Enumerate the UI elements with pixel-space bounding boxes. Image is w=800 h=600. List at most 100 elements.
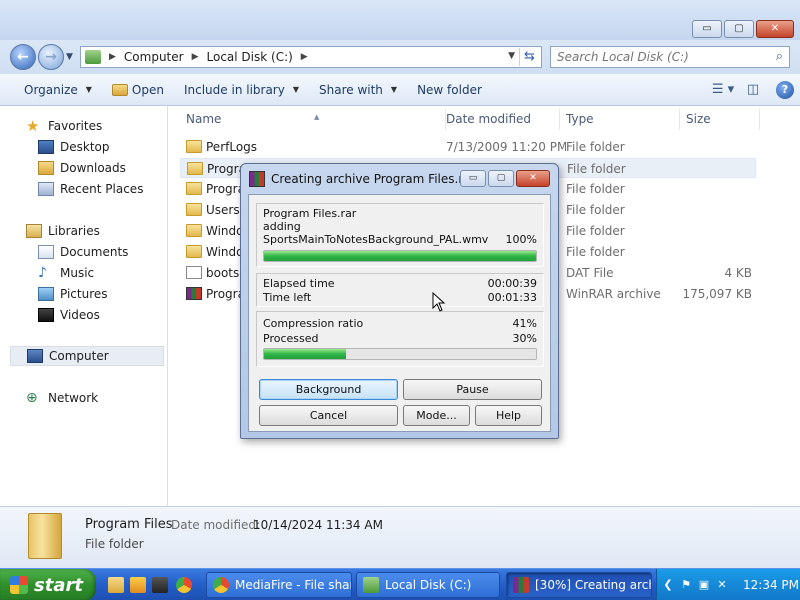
mode-button[interactable]: Mode... (403, 405, 470, 426)
nav-documents[interactable]: Documents (38, 242, 128, 262)
caret-down-icon: ▼ (390, 85, 398, 94)
search-input[interactable] (551, 47, 761, 67)
window-controls: ▭ ▢ ✕ (692, 20, 794, 38)
breadcrumb-computer[interactable]: Computer (124, 50, 184, 64)
new-folder-button[interactable]: New folder (407, 78, 492, 102)
nav-libraries[interactable]: Libraries (26, 221, 100, 241)
cancel-button[interactable]: Cancel (259, 405, 398, 426)
computer-icon (27, 349, 43, 363)
chrome-icon[interactable] (176, 577, 192, 593)
winrar-archive-icon (186, 287, 202, 300)
nav-network[interactable]: ⊕ Network (26, 388, 98, 408)
maximize-button[interactable]: ▢ (724, 20, 754, 38)
share-with-label: Share with (319, 82, 383, 97)
nav-pictures[interactable]: Pictures (38, 284, 108, 304)
column-header-size[interactable]: Size (680, 108, 760, 130)
dialog-close-button[interactable]: ✕ (516, 170, 550, 187)
start-button[interactable]: start (0, 569, 96, 600)
column-header-type[interactable]: Type (560, 108, 680, 130)
column-type-label: Type (566, 112, 594, 126)
help-icon[interactable]: ? (776, 81, 794, 99)
preview-pane-icon[interactable]: ◫ (740, 78, 766, 102)
column-header-name[interactable]: Name ▲ (180, 108, 446, 130)
file-type: File folder (566, 224, 625, 238)
time-left-value: 00:01:33 (487, 291, 537, 304)
column-header-date[interactable]: Date modified (440, 108, 560, 130)
column-name-label: Name (186, 112, 222, 126)
refresh-icon[interactable]: ⇆ (519, 48, 539, 66)
winrar-progress-dialog: Creating archive Program Files.rar ▭ ▢ ✕… (240, 163, 559, 439)
chevron-right-icon[interactable]: ▶ (109, 52, 116, 62)
nav-desktop[interactable]: Desktop (38, 137, 110, 157)
nav-pictures-label: Pictures (60, 287, 108, 301)
current-file: SportsMainToNotesBackground_PAL.wmv (263, 233, 489, 246)
file-progress-fill (264, 251, 536, 261)
task-label: Local Disk (C:) (385, 578, 472, 592)
taskbar-item-winrar[interactable]: [30%] Creating archi... (506, 572, 652, 598)
nav-downloads[interactable]: Downloads (38, 158, 126, 178)
processed-value: 30% (512, 332, 537, 345)
open-folder-icon (111, 83, 128, 96)
search-box[interactable]: ⌕ (550, 46, 790, 68)
include-in-library-menu[interactable]: Include in library ▼ (174, 78, 309, 102)
chevron-right-icon[interactable]: ▶ (301, 52, 308, 62)
forward-button[interactable]: → (38, 44, 64, 70)
winrar-icon (513, 577, 529, 593)
winrar-icon (249, 171, 265, 187)
action-center-flag-icon[interactable]: ⚑ (679, 578, 693, 592)
minimize-button[interactable]: ▭ (692, 20, 722, 38)
tray-expand-icon[interactable]: ❮ (661, 578, 675, 592)
dialog-minimize-button[interactable]: ▭ (460, 170, 486, 187)
title-bar: ▭ ▢ ✕ (0, 0, 800, 40)
dat-file-icon (186, 266, 202, 279)
nav-recent-places[interactable]: Recent Places (38, 179, 143, 199)
taskbar-item-explorer[interactable]: Local Disk (C:) (356, 572, 500, 598)
nav-favorites[interactable]: ★ Favorites (26, 116, 102, 136)
volume-muted-icon[interactable]: ✕ (715, 578, 729, 592)
breadcrumb-local-disk[interactable]: Local Disk (C:) (207, 50, 293, 64)
nav-videos-label: Videos (60, 308, 100, 322)
organize-menu[interactable]: Organize ▼ (14, 78, 102, 102)
file-size: 175,097 KB (682, 287, 752, 301)
pause-button[interactable]: Pause (403, 379, 542, 400)
app-quicklaunch-icon[interactable] (152, 577, 168, 593)
nav-recent-places-label: Recent Places (60, 182, 144, 196)
background-button[interactable]: Background (259, 379, 398, 400)
caret-down-icon: ▼ (85, 85, 92, 94)
computer-icon (85, 50, 101, 64)
action-text: adding (263, 220, 301, 233)
clock[interactable]: 12:34 PM (743, 578, 799, 592)
nav-network-label: Network (48, 391, 99, 405)
file-type: File folder (566, 182, 625, 196)
address-bar[interactable]: ▶ Computer ▶ Local Disk (C:) ▶ ▼ ⇆ (80, 46, 542, 68)
explorer-quicklaunch-icon[interactable] (108, 577, 124, 593)
time-panel: Elapsed time 00:00:39 Time left 00:01:33 (256, 273, 544, 307)
recent-pages-dropdown-icon[interactable]: ▼ (66, 52, 73, 62)
search-icon[interactable]: ⌕ (776, 49, 783, 64)
taskbar-item-mediafire[interactable]: MediaFire - File shari... (206, 572, 352, 598)
taskbar: start MediaFire - File shari... Local Di… (0, 568, 800, 600)
nav-music[interactable]: ♪ Music (38, 263, 94, 283)
file-type: WinRAR archive (566, 287, 661, 301)
folder-icon (186, 203, 202, 216)
videos-icon (38, 308, 54, 322)
column-date-label: Date modified (446, 112, 532, 126)
address-dropdown-icon[interactable]: ▼ (508, 51, 515, 61)
help-button[interactable]: Help (475, 405, 542, 426)
chevron-right-icon[interactable]: ▶ (192, 52, 199, 62)
media-player-icon[interactable] (130, 577, 146, 593)
dialog-maximize-button[interactable]: ▢ (488, 170, 514, 187)
network-icon[interactable]: ▣ (697, 578, 711, 592)
compression-ratio-value: 41% (512, 317, 537, 330)
elapsed-label: Elapsed time (263, 277, 335, 290)
back-button[interactable]: ← (10, 44, 36, 70)
open-button[interactable]: Open (102, 78, 174, 102)
nav-computer[interactable]: Computer (10, 346, 164, 366)
dialog-title: Creating archive Program Files.rar (271, 172, 476, 186)
view-options-icon[interactable]: ☰ ▾ (710, 78, 736, 102)
close-button[interactable]: ✕ (756, 20, 794, 38)
file-row[interactable]: PerfLogs 7/13/2009 11:20 PM File folder (180, 137, 756, 157)
share-with-menu[interactable]: Share with ▼ (309, 78, 407, 102)
nav-videos[interactable]: Videos (38, 305, 100, 325)
file-type: File folder (566, 203, 625, 217)
